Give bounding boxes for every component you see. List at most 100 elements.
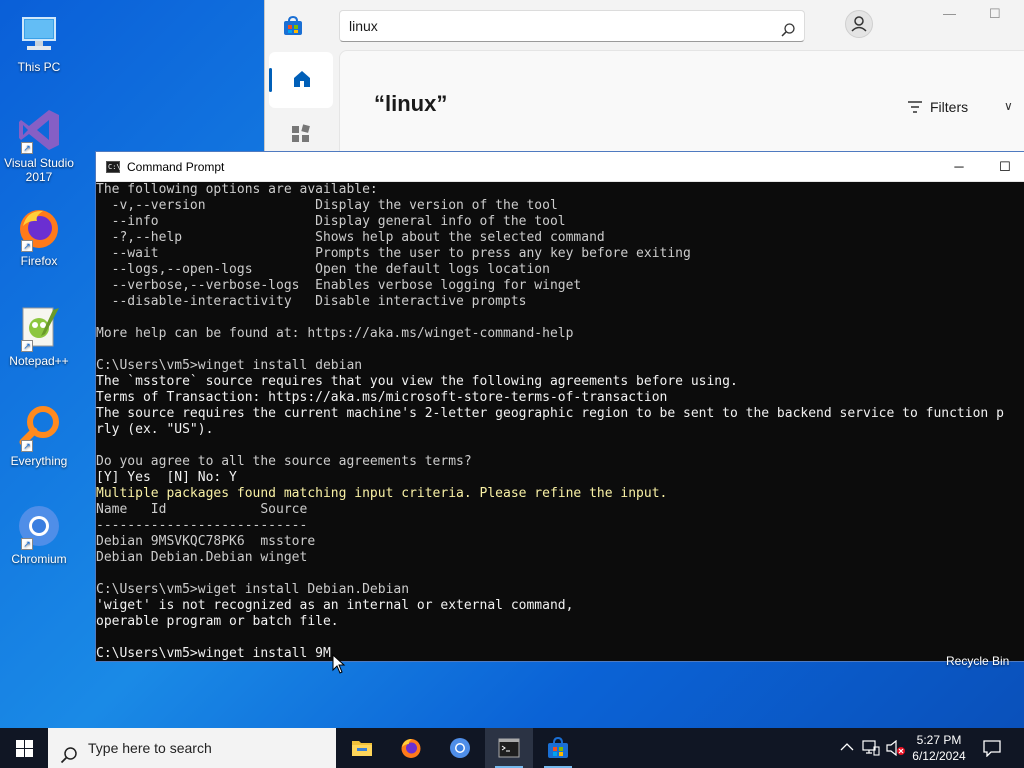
console-line: --info Display general info of the tool	[96, 214, 566, 229]
nav-selected-indicator	[269, 68, 272, 92]
taskbar-file-explorer[interactable]	[338, 728, 386, 768]
desktop-icon-label: This PC	[17, 60, 61, 74]
console-line: C:\Users\vm5>winget install 9M	[96, 646, 331, 661]
show-hidden-icons-button[interactable]	[838, 728, 856, 768]
nav-home-button[interactable]	[269, 52, 333, 108]
taskbar-search-box[interactable]: Type here to search	[48, 728, 336, 768]
console-line: -v,--version Display the version of the …	[96, 198, 558, 213]
visual-studio-icon: ↗	[15, 106, 63, 154]
console-line: Terms of Transaction: https://aka.ms/mic…	[96, 390, 668, 405]
desktop-icon-label: Chromium	[11, 552, 67, 566]
filter-icon	[908, 101, 922, 113]
nav-apps-button[interactable]	[291, 124, 311, 144]
cmd-maximize-button[interactable]: ☐	[982, 152, 1024, 182]
console-line: C:\Users\vm5>winget install debian	[96, 358, 363, 373]
folder-icon	[352, 741, 372, 756]
console-output[interactable]: The following options are available: -v,…	[96, 182, 1024, 662]
taskbar-search-placeholder: Type here to search	[88, 740, 212, 756]
console-line: More help can be found at: https://aka.m…	[96, 326, 574, 341]
console-line: 'wiget' is not recognized as an internal…	[96, 598, 574, 613]
console-line: Name Id Source	[96, 502, 308, 517]
shortcut-arrow-icon: ↗	[21, 440, 33, 452]
chromium-icon	[450, 738, 470, 758]
desktop-icon-this-pc[interactable]: This PC	[4, 10, 74, 74]
console-line: [Y] Yes [N] No: Y	[96, 470, 237, 485]
person-icon	[851, 16, 867, 32]
shortcut-arrow-icon: ↗	[21, 340, 33, 352]
taskbar-clock[interactable]: 5:27 PM 6/12/2024	[904, 732, 974, 764]
store-search-input[interactable]: linux	[339, 10, 805, 42]
shortcut-arrow-icon: ↗	[21, 538, 33, 550]
computer-icon	[15, 10, 63, 58]
windows-logo-icon	[16, 740, 33, 757]
volume-muted-icon	[886, 740, 905, 756]
desktop-icon-label: Notepad++	[9, 354, 69, 368]
clock-date: 6/12/2024	[912, 749, 966, 763]
volume-button[interactable]	[884, 728, 906, 768]
chevron-up-icon	[840, 743, 854, 751]
console-line: The following options are available:	[96, 182, 378, 197]
chromium-icon: ↗	[15, 502, 63, 550]
shortcut-arrow-icon: ↗	[21, 240, 33, 252]
desktop-icon-visual-studio[interactable]: ↗ Visual Studio 2017	[4, 106, 74, 184]
console-line: --wait Prompts the user to press any key…	[96, 246, 691, 261]
cmd-icon: C:\	[106, 160, 121, 173]
console-line: Debian 9MSVKQC78PK6 msstore	[96, 534, 316, 549]
desktop-icon-label: Everything	[10, 454, 68, 468]
search-results-title: “linux”	[374, 91, 448, 116]
command-prompt-window[interactable]: C:\ Command Prompt ─ ☐ The following opt…	[95, 151, 1024, 662]
notifications-button[interactable]	[978, 728, 1008, 768]
clock-time: 5:27 PM	[916, 733, 962, 747]
start-button[interactable]	[0, 728, 48, 768]
store-search-value: linux	[349, 18, 378, 34]
filters-button[interactable]: Filters	[908, 99, 968, 115]
shortcut-arrow-icon: ↗	[21, 142, 33, 154]
search-icon[interactable]	[780, 18, 796, 37]
mouse-cursor-icon	[332, 653, 346, 674]
network-icon	[862, 740, 880, 756]
firefox-icon: ↗	[15, 204, 63, 252]
cmd-title: Command Prompt	[127, 159, 225, 174]
notepad-plus-plus-icon: ↗	[15, 304, 63, 352]
taskbar-chromium[interactable]	[436, 728, 484, 768]
store-logo-icon	[283, 15, 303, 36]
chevron-down-icon[interactable]: ∨	[1004, 99, 1013, 113]
firefox-icon	[401, 739, 421, 758]
console-line: C:\Users\vm5>wiget install Debian.Debian	[96, 582, 410, 597]
store-minimize-button[interactable]: —	[943, 6, 956, 21]
console-line: ---------------------------	[96, 518, 308, 533]
console-line: operable program or batch file.	[96, 614, 339, 629]
desktop-icon-chromium[interactable]: ↗ Chromium	[4, 502, 74, 566]
console-line: Debian Debian.Debian winget	[96, 550, 308, 565]
store-maximize-button[interactable]: ☐	[989, 6, 1001, 22]
store-icon	[548, 737, 568, 758]
search-icon	[60, 739, 78, 764]
taskbar-microsoft-store[interactable]	[534, 728, 582, 768]
everything-search-icon: ↗	[15, 404, 63, 452]
console-line: Multiple packages found matching input c…	[96, 486, 668, 501]
cmd-titlebar[interactable]: C:\ Command Prompt ─ ☐	[96, 152, 1024, 182]
filters-label: Filters	[930, 99, 969, 115]
desktop-icon-firefox[interactable]: ↗ Firefox	[4, 204, 74, 268]
terminal-icon	[498, 738, 520, 758]
taskbar-firefox[interactable]	[387, 728, 435, 768]
desktop-icon-everything[interactable]: ↗ Everything	[4, 404, 74, 468]
notification-center-icon	[983, 740, 1001, 757]
cmd-minimize-button[interactable]: ─	[936, 152, 982, 182]
desktop-icon-notepad-plus-plus[interactable]: ↗ Notepad++	[4, 304, 74, 368]
console-line: The source requires the current machine'…	[96, 406, 1004, 421]
desktop-icon-label: Visual Studio 2017	[4, 156, 74, 184]
store-window: linux — ☐ “linux” Filters ∨	[264, 0, 1024, 152]
taskbar-command-prompt[interactable]	[485, 728, 533, 768]
console-line: The `msstore` source requires that you v…	[96, 374, 738, 389]
desktop-icon-recycle-bin-label[interactable]: Recycle Bin	[946, 654, 1009, 668]
network-button[interactable]	[860, 728, 882, 768]
home-icon	[294, 71, 310, 87]
profile-button[interactable]	[845, 10, 873, 38]
apps-icon	[292, 124, 310, 142]
console-line: -?,--help Shows help about the selected …	[96, 230, 605, 245]
